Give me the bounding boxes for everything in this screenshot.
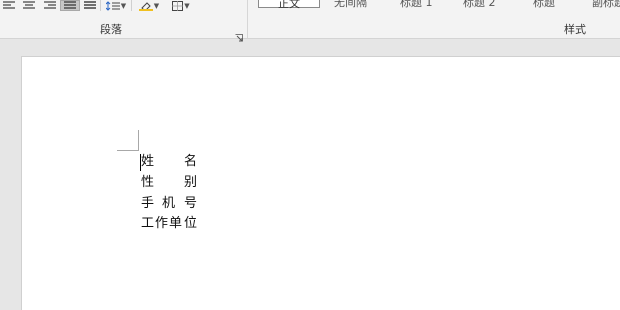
paragraph-dialog-launcher[interactable] [235, 27, 243, 42]
chevron-down-icon: ▼ [184, 1, 190, 10]
shading-button[interactable]: ▼ [131, 0, 166, 11]
line-spacing-icon [105, 0, 120, 11]
line-char: 名 [184, 154, 198, 169]
line-char: 工 [141, 216, 155, 231]
chevron-down-icon: ▼ [120, 1, 127, 10]
paragraph-group: ▼ ▼ ▼ 段落 [0, 0, 248, 42]
line-char: 作 [155, 216, 169, 231]
style-item-label: 标题 [533, 0, 555, 9]
line-char: 机 [162, 196, 176, 211]
style-item-label: 标题 1 [400, 0, 433, 9]
line-char: 号 [184, 196, 198, 211]
style-item-heading-2[interactable]: 标题 2 [463, 0, 496, 9]
paragraph-group-label: 段落 [100, 23, 122, 36]
align-right-button[interactable] [40, 0, 60, 11]
line-char: 别 [184, 175, 198, 190]
style-item-label: 副标题 [592, 0, 620, 9]
style-item-normal[interactable]: 正文 [258, 0, 320, 10]
text-boundary-corner [117, 130, 139, 151]
align-right-icon [44, 1, 56, 10]
align-left-icon [3, 1, 15, 10]
style-item-label: 正文 [278, 0, 300, 10]
style-item-heading-1[interactable]: 标题 1 [400, 0, 433, 9]
styles-group: 正文 无间隔 标题 1 标题 2 标题 副标题 样式 [248, 0, 620, 38]
align-left-button[interactable] [0, 0, 18, 11]
line-char: 手 [141, 196, 155, 211]
chevron-down-icon: ▼ [153, 1, 160, 10]
distributed-button[interactable] [80, 0, 100, 11]
distributed-icon [84, 1, 96, 10]
borders-button[interactable]: ▼ [166, 0, 196, 11]
document-page[interactable] [21, 56, 620, 310]
borders-icon [172, 0, 184, 11]
ribbon: ▼ ▼ ▼ 段落 正文 无间隔 标题 1 标题 2 标题 副标题 样式 [0, 0, 620, 42]
line-char: 位 [184, 216, 198, 231]
styles-group-label: 样式 [564, 23, 586, 36]
justify-icon [64, 1, 76, 10]
line-char: 单 [169, 216, 183, 231]
line-gender[interactable]: 性 别 [141, 174, 197, 192]
line-employer[interactable]: 工 作 单 位 [141, 215, 197, 233]
paragraph-tools: ▼ ▼ ▼ [0, 0, 196, 12]
dialog-launcher-icon [235, 34, 243, 42]
align-center-button[interactable] [18, 0, 40, 11]
style-item-label: 无间隔 [334, 0, 367, 9]
align-center-icon [23, 1, 35, 10]
line-name[interactable]: 姓 名 [141, 153, 197, 171]
style-item-subtitle[interactable]: 副标题 [592, 0, 620, 9]
line-char: 性 [141, 175, 155, 190]
justify-button[interactable] [60, 0, 80, 11]
style-item-title[interactable]: 标题 [533, 0, 555, 9]
shading-icon [138, 1, 153, 11]
style-item-no-spacing[interactable]: 无间隔 [334, 0, 367, 9]
line-phone[interactable]: 手 机 号 [141, 195, 197, 213]
line-spacing-button[interactable]: ▼ [100, 0, 131, 11]
line-char: 姓 [141, 154, 155, 169]
text-cursor [140, 154, 141, 171]
style-gallery: 正文 无间隔 标题 1 标题 2 标题 副标题 [248, 0, 620, 12]
style-item-label: 标题 2 [463, 0, 496, 9]
